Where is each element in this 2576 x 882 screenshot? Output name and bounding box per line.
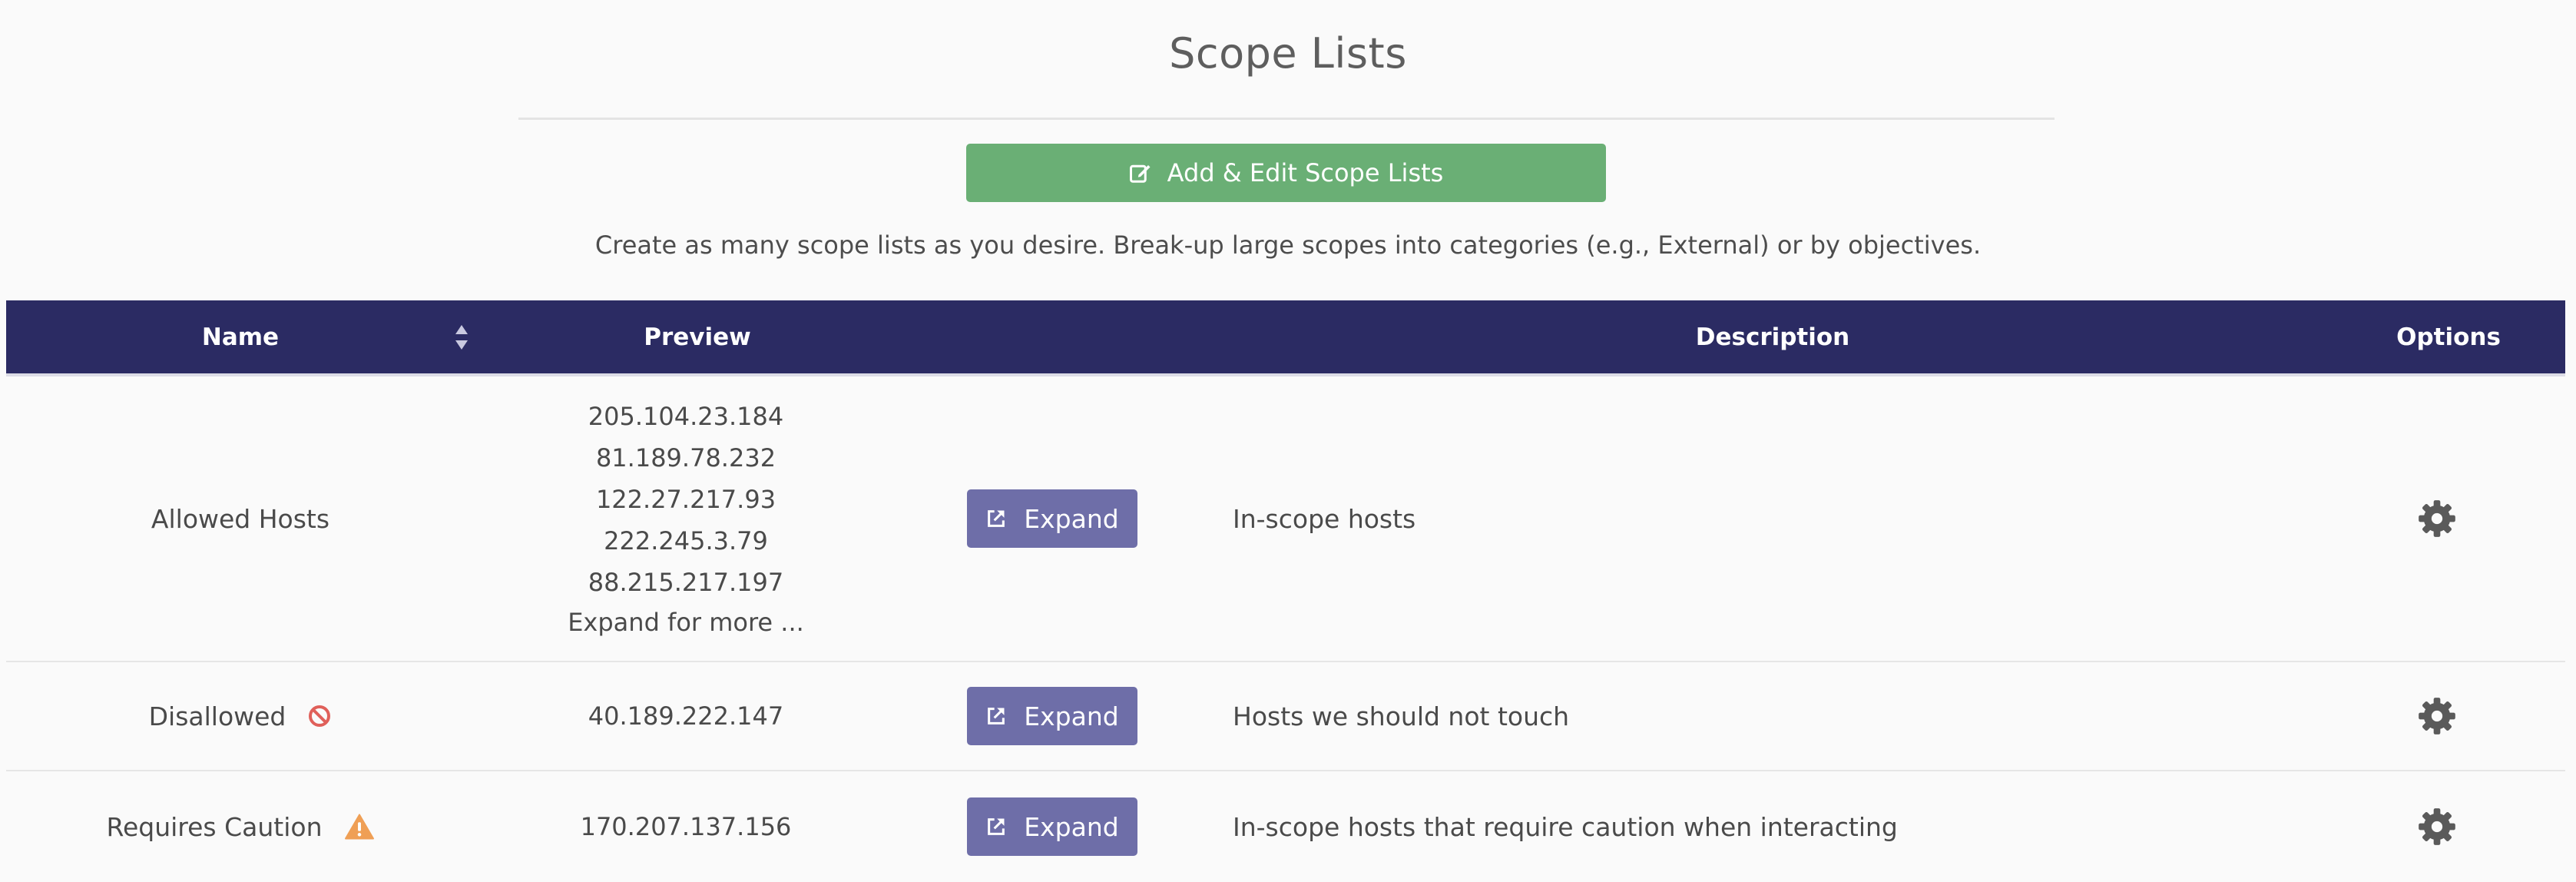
- table-header: Name Preview Description Options: [6, 300, 2565, 376]
- external-link-icon: [988, 708, 1005, 724]
- preview-more-text: Expand for more ...: [568, 608, 804, 637]
- preview-ip: 88.215.217.197: [588, 568, 784, 597]
- options-cell: [2387, 662, 2487, 770]
- table-row: Disallowed 40.189.222.147 Expand Hosts w…: [6, 662, 2565, 771]
- edit-icon: [1129, 164, 1151, 183]
- column-header-description: Description: [1695, 323, 1850, 351]
- scope-list-name: Disallowed: [148, 701, 286, 731]
- column-header-preview: Preview: [644, 323, 751, 351]
- scope-lists-page: Scope Lists Add & Edit Scope Lists Creat…: [0, 0, 2576, 882]
- preview-cell: 205.104.23.184 81.189.78.232 122.27.217.…: [494, 376, 878, 661]
- description-cell: Hosts we should not touch: [1233, 662, 2385, 770]
- add-button-label: Add & Edit Scope Lists: [1167, 158, 1444, 187]
- preview-ip: 205.104.23.184: [588, 402, 784, 431]
- expand-button-label: Expand: [1024, 811, 1119, 842]
- expand-cell: Expand: [964, 662, 1141, 770]
- title-divider: [518, 118, 2055, 120]
- gear-icon[interactable]: [2417, 807, 2457, 847]
- warning-icon: [344, 814, 374, 840]
- scope-list-description: Hosts we should not touch: [1233, 701, 1570, 731]
- preview-cell: 170.207.137.156: [494, 771, 878, 882]
- add-edit-scope-lists-button[interactable]: Add & Edit Scope Lists: [966, 144, 1606, 202]
- description-cell: In-scope hosts: [1233, 376, 2385, 661]
- gear-icon[interactable]: [2417, 696, 2457, 736]
- scope-list-description: In-scope hosts that require caution when…: [1233, 811, 1898, 842]
- expand-cell: Expand: [964, 376, 1141, 661]
- expand-button-label: Expand: [1024, 701, 1119, 731]
- column-header-options: Options: [2396, 323, 2501, 351]
- name-cell: Requires Caution: [6, 771, 475, 882]
- description-cell: In-scope hosts that require caution when…: [1233, 771, 2385, 882]
- expand-button[interactable]: Expand: [967, 489, 1137, 548]
- external-link-icon: [988, 510, 1005, 527]
- ban-icon: [309, 705, 331, 727]
- scope-list-name: Requires Caution: [106, 811, 323, 842]
- preview-ip: 122.27.217.93: [595, 485, 776, 514]
- preview-ip: 40.189.222.147: [588, 701, 784, 731]
- name-cell: Disallowed: [6, 662, 475, 770]
- external-link-icon: [988, 818, 1005, 835]
- expand-button[interactable]: Expand: [967, 797, 1137, 856]
- table-row: Allowed Hosts 205.104.23.184 81.189.78.2…: [6, 376, 2565, 662]
- options-cell: [2387, 771, 2487, 882]
- preview-cell: 40.189.222.147: [494, 662, 878, 770]
- expand-button[interactable]: Expand: [967, 687, 1137, 745]
- column-header-name[interactable]: Name: [6, 300, 475, 373]
- scope-list-description: In-scope hosts: [1233, 503, 1416, 534]
- preview-ip: 170.207.137.156: [580, 812, 792, 841]
- table-row: Requires Caution 170.207.137.156 Expand …: [6, 771, 2565, 882]
- scope-list-name: Allowed Hosts: [151, 503, 330, 534]
- expand-cell: Expand: [964, 771, 1141, 882]
- page-title: Scope Lists: [1169, 29, 1407, 78]
- name-cell: Allowed Hosts: [6, 376, 475, 661]
- sort-icon[interactable]: [454, 323, 469, 351]
- options-cell: [2387, 376, 2487, 661]
- preview-ip: 81.189.78.232: [595, 443, 776, 472]
- helper-text: Create as many scope lists as you desire…: [594, 230, 1982, 260]
- preview-ip: 222.245.3.79: [604, 526, 768, 555]
- gear-icon[interactable]: [2417, 499, 2457, 539]
- expand-button-label: Expand: [1024, 503, 1119, 534]
